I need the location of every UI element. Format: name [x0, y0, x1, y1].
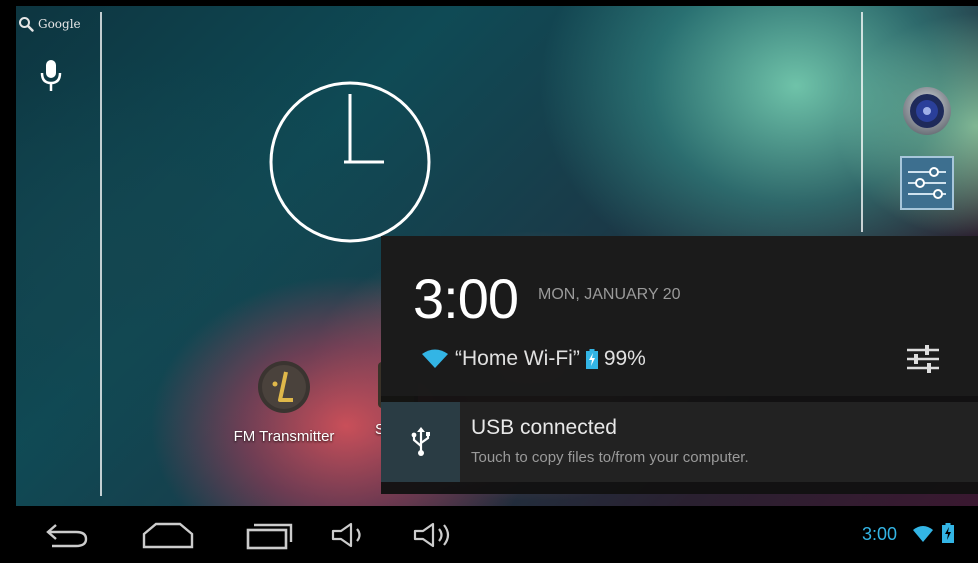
search-icon	[19, 17, 34, 32]
fm-transmitter-icon	[258, 361, 310, 413]
wifi-network-name: “Home Wi-Fi”	[455, 347, 580, 370]
shade-date[interactable]: MON, JANUARY 20	[538, 286, 681, 304]
shade-status-row: “Home Wi-Fi” 99%	[421, 346, 646, 372]
google-search-bar[interactable]: Google	[18, 12, 81, 36]
left-divider	[100, 12, 102, 496]
fm-transmitter-label: FM Transmitter	[233, 428, 335, 445]
status-bar-clock: 3:00	[862, 524, 898, 544]
recents-icon[interactable]	[244, 520, 294, 550]
usb-notification[interactable]: USB connected Touch to copy files to/fro…	[381, 402, 978, 482]
mic-icon[interactable]	[37, 58, 65, 94]
usb-notification-title: USB connected	[471, 416, 617, 439]
shade-clock: 3:00	[413, 267, 519, 330]
notification-shade: 3:00 MON, JANUARY 20 “Home Wi-Fi” 99% US…	[381, 236, 978, 494]
right-divider	[861, 12, 863, 232]
google-search-label: Google	[38, 17, 81, 31]
home-icon[interactable]	[142, 520, 194, 550]
battery-charging-icon	[585, 349, 598, 369]
quick-settings-icon[interactable]	[905, 342, 941, 376]
speaker-icon[interactable]	[902, 86, 952, 136]
wifi-icon	[913, 526, 933, 542]
notification-shade-header: 3:00 MON, JANUARY 20 “Home Wi-Fi” 99%	[381, 236, 978, 396]
settings-sliders-icon[interactable]	[900, 156, 954, 210]
fm-transmitter-app[interactable]: FM Transmitter	[224, 360, 344, 445]
navigation-bar: 3:00	[0, 506, 978, 563]
analog-clock-widget[interactable]	[268, 80, 432, 244]
android-screen: Google FM Transmitter S 3:00 MON, JANUAR…	[0, 0, 978, 563]
usb-icon	[411, 427, 430, 456]
battery-charging-icon	[942, 523, 954, 543]
volume-down-icon[interactable]	[330, 520, 370, 550]
volume-up-icon[interactable]	[412, 520, 456, 550]
wifi-icon	[422, 349, 448, 368]
battery-percent: 99%	[603, 347, 646, 370]
usb-notification-icon-box	[381, 402, 460, 482]
usb-notification-text: Touch to copy files to/from your compute…	[471, 449, 749, 466]
back-icon[interactable]	[42, 520, 92, 550]
